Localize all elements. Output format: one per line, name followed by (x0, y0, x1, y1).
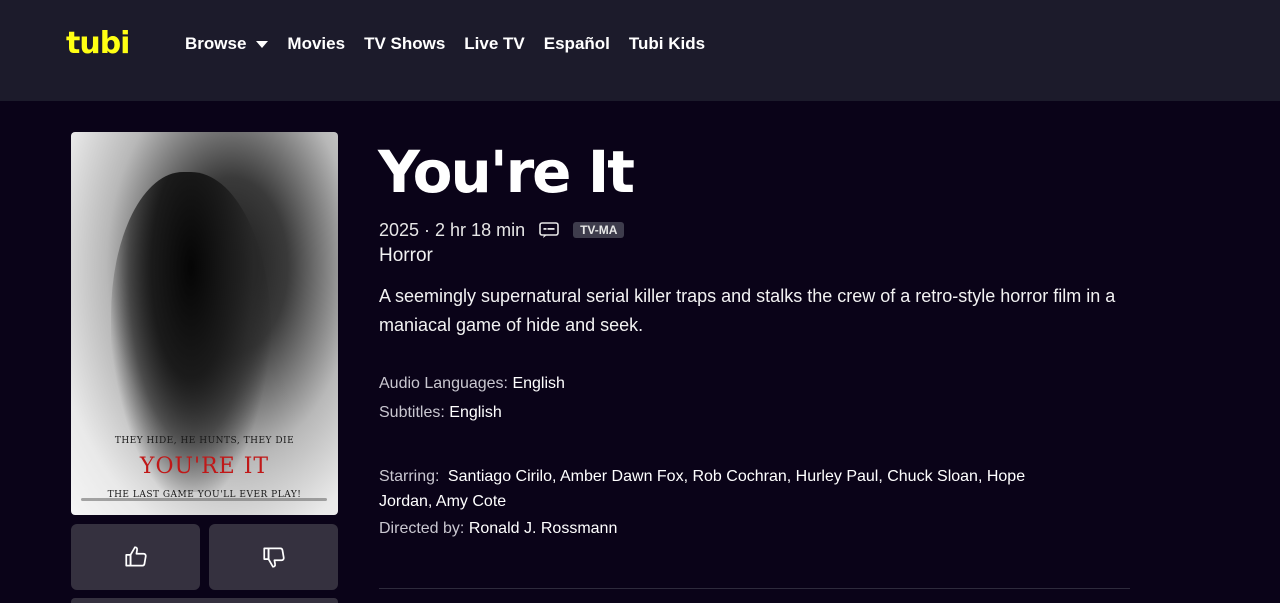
subtitles: Subtitles: English (379, 404, 502, 422)
starring-value[interactable]: Santiago Cirilo, Amber Dawn Fox, Rob Coc… (379, 468, 1025, 510)
directed-by: Directed by: Ronald J. Rossmann (379, 520, 617, 538)
thumbs-down-icon (262, 547, 285, 568)
movie-meta: 2025 · 2 hr 18 min TV-MA (379, 218, 625, 242)
poster-progress-track (81, 498, 327, 501)
genre: Horror (379, 245, 433, 266)
year-duration: 2025 · 2 hr 18 min (379, 219, 526, 240)
thumbs-up-icon (124, 546, 147, 567)
starring: Starring: Santiago Cirilo, Amber Dawn Fo… (379, 464, 1079, 514)
more-actions-button[interactable] (71, 598, 338, 603)
nav-live-tv[interactable]: Live TV (464, 34, 524, 54)
top-navigation-bar: tubi Browse Movies TV Shows Live TV Espa… (0, 0, 1280, 101)
movie-description: A seemingly supernatural serial killer t… (379, 286, 1116, 335)
subtitles-label: Subtitles: (379, 404, 445, 421)
poster-title: YOU'RE IT (139, 454, 270, 479)
nav-tv-shows[interactable]: TV Shows (364, 34, 445, 54)
nav-espanol[interactable]: Español (544, 34, 610, 54)
audio-languages-value: English (512, 375, 565, 392)
poster-tagline-top: THEY HIDE, HE HUNTS, THEY DIE (114, 436, 295, 446)
section-divider (379, 588, 1130, 589)
directed-by-label: Directed by: (379, 520, 465, 537)
nav-browse-label: Browse (185, 34, 247, 53)
nav-browse[interactable]: Browse (185, 34, 269, 54)
audio-languages-label: Audio Languages: (379, 375, 508, 392)
content-rating-badge: TV-MA (573, 222, 625, 238)
movie-poster[interactable]: THEY HIDE, HE HUNTS, THEY DIE YOU'RE IT … (71, 132, 338, 515)
dislike-button[interactable] (209, 524, 338, 590)
audio-languages: Audio Languages: English (379, 375, 565, 393)
nav-movies[interactable]: Movies (287, 34, 345, 54)
closed-captions-icon (539, 222, 559, 238)
nav-tubi-kids[interactable]: Tubi Kids (629, 34, 705, 54)
tubi-logo[interactable]: tubi (66, 27, 130, 61)
movie-title: You're It (378, 138, 635, 206)
directed-by-value[interactable]: Ronald J. Rossmann (469, 520, 618, 537)
subtitles-value: English (449, 404, 502, 421)
chevron-down-icon (256, 40, 269, 48)
main-nav: Browse Movies TV Shows Live TV Español T… (185, 32, 724, 56)
starring-label: Starring: (379, 468, 440, 485)
like-button[interactable] (71, 524, 200, 590)
